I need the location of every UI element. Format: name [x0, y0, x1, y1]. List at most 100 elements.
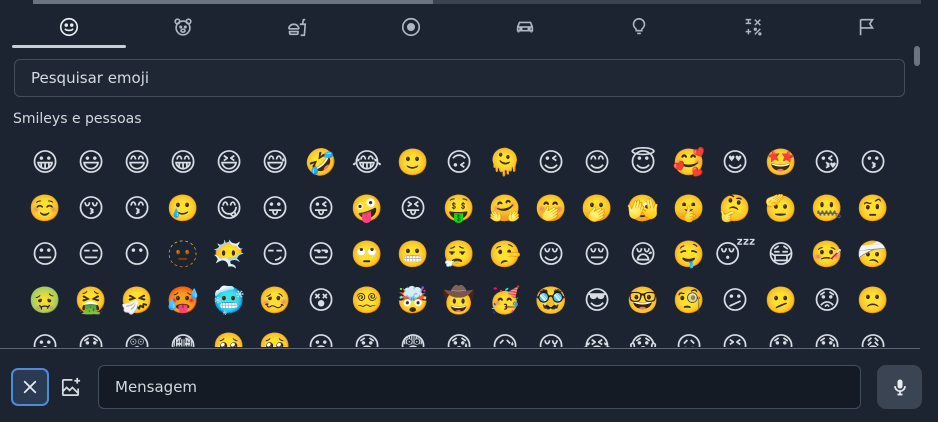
emoji-button[interactable]: 🥵	[160, 278, 206, 324]
emoji-button[interactable]: 🥲	[160, 186, 206, 232]
emoji-button[interactable]: 😜	[298, 186, 344, 232]
emoji-button[interactable]: 😰	[436, 324, 482, 347]
emoji-button[interactable]: 😶	[114, 232, 160, 278]
tab-animals[interactable]	[126, 10, 240, 44]
emoji-button[interactable]: 😩	[850, 324, 896, 347]
emoji-button[interactable]: 🫣	[620, 186, 666, 232]
top-scrollbar-thumb[interactable]	[33, 0, 433, 4]
emoji-button[interactable]: 🤒	[804, 232, 850, 278]
emoji-button[interactable]: 😖	[666, 324, 712, 347]
emoji-button[interactable]: 🤔	[712, 186, 758, 232]
emoji-button[interactable]: 🥶	[206, 278, 252, 324]
emoji-button[interactable]: 😵‍💫	[344, 278, 390, 324]
emoji-button[interactable]: 🥴	[252, 278, 298, 324]
emoji-button[interactable]: 😕	[712, 278, 758, 324]
emoji-button[interactable]: 🧐	[666, 278, 712, 324]
emoji-button[interactable]: 😘	[804, 140, 850, 186]
emoji-button[interactable]: 🤫	[666, 186, 712, 232]
emoji-button[interactable]: 🥸	[528, 278, 574, 324]
emoji-button[interactable]: 😴	[712, 232, 758, 278]
emoji-scrollbar-thumb[interactable]	[914, 46, 920, 66]
emoji-button[interactable]: 🤣	[298, 140, 344, 186]
emoji-button[interactable]: 🥰	[666, 140, 712, 186]
emoji-button[interactable]: 🤑	[436, 186, 482, 232]
emoji-button[interactable]: 😨	[390, 324, 436, 347]
emoji-button[interactable]: 😆	[206, 140, 252, 186]
emoji-button[interactable]: 😒	[298, 232, 344, 278]
emoji-button[interactable]: 😋	[206, 186, 252, 232]
emoji-button[interactable]: 😵	[298, 278, 344, 324]
emoji-button[interactable]: 🙁	[850, 278, 896, 324]
add-image-button[interactable]	[57, 374, 83, 400]
emoji-button[interactable]: 😙	[114, 186, 160, 232]
emoji-button[interactable]: 🤯	[390, 278, 436, 324]
emoji-button[interactable]: ☺️	[22, 186, 68, 232]
emoji-button[interactable]: 🤥	[482, 232, 528, 278]
emoji-button[interactable]: 🫡	[758, 186, 804, 232]
emoji-button[interactable]: 😛	[252, 186, 298, 232]
emoji-button[interactable]: 😚	[68, 186, 114, 232]
emoji-button[interactable]: 😲	[114, 324, 160, 347]
emoji-button[interactable]: 😥	[482, 324, 528, 347]
emoji-button[interactable]: 🤐	[804, 186, 850, 232]
tab-activities[interactable]	[354, 10, 468, 44]
close-emoji-panel-button[interactable]	[11, 368, 49, 406]
emoji-button[interactable]: 😮‍💨	[436, 232, 482, 278]
emoji-button[interactable]: 😮	[22, 324, 68, 347]
emoji-search-input[interactable]	[15, 60, 904, 96]
emoji-button[interactable]: 🤗	[482, 186, 528, 232]
emoji-button[interactable]: 😂	[344, 140, 390, 186]
emoji-button[interactable]: 🙄	[344, 232, 390, 278]
top-scrollbar[interactable]	[33, 0, 921, 4]
tab-smileys[interactable]	[12, 10, 126, 44]
emoji-button[interactable]: 😌	[528, 232, 574, 278]
emoji-button[interactable]: 😅	[252, 140, 298, 186]
message-input[interactable]	[99, 366, 860, 408]
emoji-button[interactable]: 🫤	[758, 278, 804, 324]
emoji-search-box[interactable]	[14, 59, 905, 97]
emoji-button[interactable]: 🫠	[482, 140, 528, 186]
emoji-button[interactable]: 😇	[620, 140, 666, 186]
emoji-button[interactable]: 😞	[758, 324, 804, 347]
emoji-button[interactable]: 🤢	[22, 278, 68, 324]
emoji-button[interactable]: 😉	[528, 140, 574, 186]
emoji-button[interactable]: 😯	[68, 324, 114, 347]
emoji-button[interactable]: 😬	[390, 232, 436, 278]
tab-food[interactable]	[240, 10, 354, 44]
emoji-button[interactable]: 😄	[114, 140, 160, 186]
emoji-button[interactable]: 😳	[160, 324, 206, 347]
emoji-button[interactable]: 🫥	[160, 232, 206, 278]
emoji-button[interactable]: 🫢	[574, 186, 620, 232]
emoji-button[interactable]: 🥺	[206, 324, 252, 347]
emoji-button[interactable]: 😊	[574, 140, 620, 186]
emoji-button[interactable]: 😀	[22, 140, 68, 186]
emoji-button[interactable]: 🤮	[68, 278, 114, 324]
emoji-button[interactable]: 🥳	[482, 278, 528, 324]
emoji-button[interactable]: 😗	[850, 140, 896, 186]
emoji-button[interactable]: 😔	[574, 232, 620, 278]
emoji-button[interactable]: 😪	[620, 232, 666, 278]
emoji-button[interactable]: 🤤	[666, 232, 712, 278]
emoji-button[interactable]: 🤧	[114, 278, 160, 324]
microphone-button[interactable]	[877, 365, 922, 409]
emoji-button[interactable]: 😁	[160, 140, 206, 186]
emoji-button[interactable]: 🤨	[850, 186, 896, 232]
emoji-button[interactable]: 😏	[252, 232, 298, 278]
emoji-button[interactable]: 😶‍🌫️	[206, 232, 252, 278]
emoji-button[interactable]: 😦	[298, 324, 344, 347]
emoji-button[interactable]: 😝	[390, 186, 436, 232]
emoji-button[interactable]: 🤭	[528, 186, 574, 232]
emoji-button[interactable]: 😑	[68, 232, 114, 278]
emoji-button[interactable]: 😢	[528, 324, 574, 347]
emoji-button[interactable]: 😧	[344, 324, 390, 347]
message-box[interactable]	[98, 365, 861, 409]
emoji-button[interactable]: 🙃	[436, 140, 482, 186]
emoji-button[interactable]: 😐	[22, 232, 68, 278]
tab-travel[interactable]	[468, 10, 582, 44]
emoji-button[interactable]: 😣	[712, 324, 758, 347]
emoji-button[interactable]: 🤠	[436, 278, 482, 324]
emoji-button[interactable]: 😷	[758, 232, 804, 278]
tab-objects[interactable]	[582, 10, 696, 44]
emoji-button[interactable]: 😱	[620, 324, 666, 347]
emoji-button[interactable]: 😃	[68, 140, 114, 186]
